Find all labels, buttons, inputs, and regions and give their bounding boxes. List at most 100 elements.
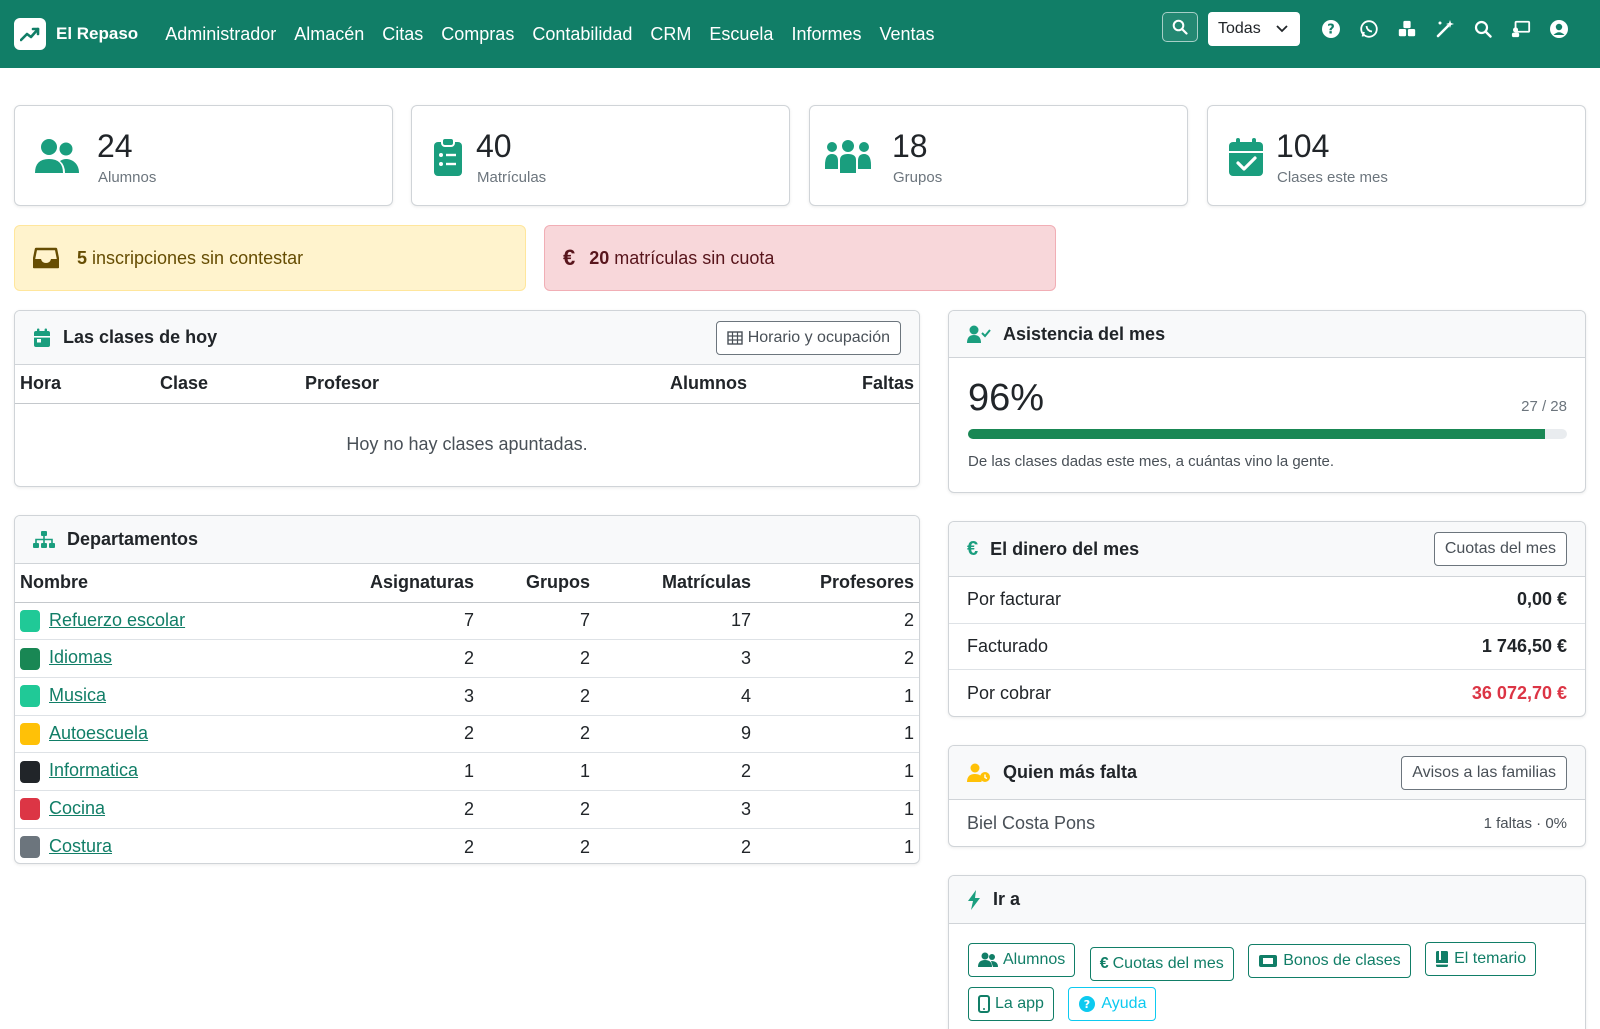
attendance-progress-fill (968, 429, 1546, 439)
dept-matriculas: 3 (595, 639, 756, 678)
dept-link[interactable]: Idiomas (49, 647, 112, 667)
card-header: € El dinero del mes Cuotas del mes (949, 522, 1585, 577)
stat-label: Clases este mes (1277, 169, 1388, 186)
nav-crm[interactable]: CRM (650, 24, 691, 45)
boxes-icon[interactable] (1397, 19, 1417, 39)
search-icon (1172, 19, 1188, 35)
dept-grupos: 2 (479, 715, 595, 754)
nav-citas[interactable]: Citas (382, 24, 423, 45)
inbox-icon (33, 247, 59, 269)
dept-asignaturas: 2 (339, 790, 479, 829)
dept-link[interactable]: Cocina (49, 798, 105, 818)
scope-select[interactable]: Todas (1208, 12, 1300, 46)
today-classes-table: Hora Clase Profesor Alumnos Faltas Hoy n… (15, 365, 919, 485)
dept-grupos: 1 (479, 752, 595, 791)
whatsapp-icon[interactable] (1359, 19, 1379, 39)
family-notices-button[interactable]: Avisos a las familias (1401, 756, 1567, 790)
brand[interactable]: El Repaso (14, 18, 156, 50)
alert-count: 20 (589, 247, 610, 268)
user-circle-icon[interactable] (1549, 19, 1569, 39)
dept-profesores: 1 (903, 836, 914, 857)
dept-color-swatch (20, 798, 40, 821)
money-row: Por facturar 0,00 € (949, 577, 1585, 624)
stat-label: Grupos (893, 169, 943, 186)
absence-detail: 1 faltas · 0% (1483, 815, 1567, 832)
goto-bonos-label: Bonos de clases (1283, 952, 1401, 969)
goto-alumnos[interactable]: Alumnos (968, 943, 1076, 977)
today-classes-card: Las clases de hoy Horario y ocupación Ho… (14, 310, 920, 487)
nav-compras[interactable]: Compras (441, 24, 514, 45)
money-cuotas-button[interactable]: Cuotas del mes (1433, 532, 1567, 566)
help-icon[interactable]: ? (1321, 19, 1341, 39)
dept-profesores: 1 (756, 677, 919, 716)
dept-link[interactable]: Musica (49, 685, 106, 705)
col-nombre: Nombre (15, 564, 339, 603)
goto-links-row-2: La app ? Ayuda (968, 987, 1166, 1021)
stat-alumnos[interactable]: 24 Alumnos (14, 105, 393, 206)
navbar-tools: Todas ? (1162, 12, 1578, 46)
clipboard-list-icon (424, 136, 472, 178)
nav-informes[interactable]: Informes (791, 24, 861, 45)
goto-temario[interactable]: El temario (1425, 942, 1537, 976)
absence-row[interactable]: Biel Costa Pons 1 faltas · 0% (949, 800, 1585, 846)
col-grupos: Grupos (479, 564, 595, 603)
nav-administrador[interactable]: Administrador (165, 24, 276, 45)
card-title: Quien más falta (1003, 762, 1138, 782)
presentation-icon[interactable] (1511, 19, 1531, 39)
user-clock-icon (967, 763, 990, 782)
nav-escuela[interactable]: Escuela (709, 24, 773, 45)
card-title: El dinero del mes (990, 538, 1140, 559)
alert-inscripciones[interactable]: 5 inscripciones sin contestar (14, 225, 526, 291)
dept-name-cell: Autoescuela (15, 715, 339, 754)
dept-matriculas: 9 (595, 715, 756, 754)
nav-ventas[interactable]: Ventas (879, 24, 934, 45)
stat-clases[interactable]: 104 Clases este mes (1207, 105, 1586, 206)
top-navbar: El Repaso Administrador Almacén Citas Co… (0, 0, 1600, 68)
col-asignaturas: Asignaturas (339, 564, 479, 603)
dept-profesores: 2 (756, 639, 919, 678)
money-label: Facturado (967, 635, 1049, 656)
dept-link[interactable]: Autoescuela (49, 723, 148, 743)
dept-grupos: 2 (479, 639, 595, 678)
calendar-icon (34, 328, 50, 347)
goto-ayuda-label: Ayuda (1101, 995, 1147, 1012)
euro-icon: € (967, 537, 979, 560)
nav-search-button[interactable] (1162, 12, 1198, 42)
nav-almacen[interactable]: Almacén (294, 24, 364, 45)
dept-link[interactable]: Costura (49, 836, 112, 856)
mobile-icon (978, 995, 990, 1013)
col-hora: Hora (15, 365, 155, 404)
dept-profesores: 1 (756, 790, 919, 829)
dept-link[interactable]: Refuerzo escolar (49, 610, 185, 630)
attendance-ratio: 27 / 28 (1521, 398, 1567, 415)
magic-wand-icon[interactable] (1435, 19, 1455, 39)
nav-contabilidad[interactable]: Contabilidad (532, 24, 632, 45)
svg-text:?: ? (1327, 23, 1335, 38)
chevron-down-icon (1276, 25, 1288, 33)
alert-matriculas[interactable]: € 20 matrículas sin cuota (544, 225, 1056, 291)
goto-ayuda[interactable]: ? Ayuda (1068, 987, 1157, 1021)
dept-link[interactable]: Informatica (49, 760, 138, 780)
scope-select-value: Todas (1218, 20, 1261, 37)
goto-app[interactable]: La app (968, 987, 1054, 1021)
stat-matriculas[interactable]: 40 Matrículas (411, 105, 790, 206)
search-icon[interactable] (1473, 19, 1493, 39)
card-header: Las clases de hoy Horario y ocupación (15, 311, 919, 365)
schedule-button[interactable]: Horario y ocupación (715, 321, 901, 355)
goto-cuotas[interactable]: € Cuotas del mes (1089, 947, 1234, 981)
dept-color-swatch (20, 647, 40, 670)
dept-matriculas: 3 (595, 790, 756, 829)
dept-name-cell: Informatica (15, 752, 339, 791)
dept-matriculas: 4 (595, 677, 756, 716)
ticket-icon (1259, 955, 1278, 967)
goto-bonos[interactable]: Bonos de clases (1248, 944, 1411, 978)
money-label: Por cobrar (967, 682, 1052, 703)
table-row: Cocina 2 2 3 1 (15, 790, 919, 829)
money-value: 0,00 € (1516, 589, 1567, 610)
stat-grupos[interactable]: 18 Grupos (809, 105, 1188, 206)
family-notices-button-label: Avisos a las familias (1412, 764, 1556, 781)
col-profesores: Profesores (756, 564, 919, 603)
empty-message: Hoy no hay clases apuntadas. (346, 433, 588, 454)
brand-name: El Repaso (56, 24, 139, 43)
table-row: Idiomas 2 2 3 2 (15, 639, 919, 678)
